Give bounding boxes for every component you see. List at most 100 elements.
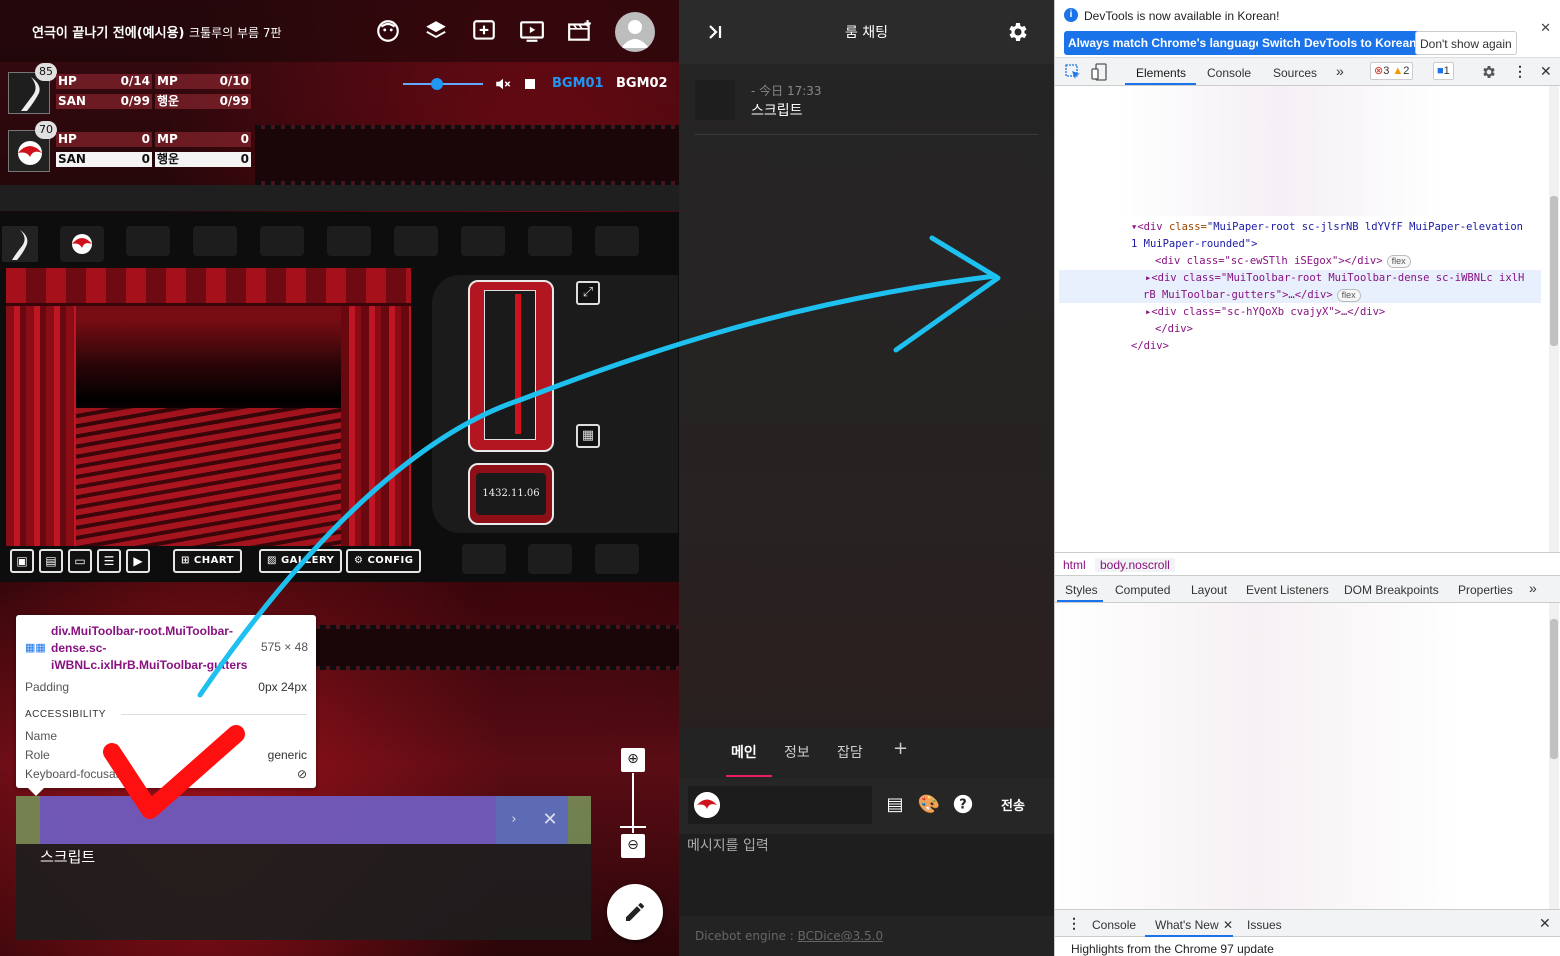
drawer-tab-whats-new[interactable]: What's New <box>1155 918 1219 932</box>
drawer-tab-console[interactable]: Console <box>1092 918 1136 932</box>
character-status-card[interactable]: 70 HP 0 MP 0 SAN 0 행운 0 <box>8 121 253 172</box>
dont-show-again-button[interactable]: Don't show again <box>1415 31 1517 55</box>
character-status-card[interactable]: 85 HP 0/14 MP 0/10 SAN 0/99 행운 0/99 <box>8 63 253 114</box>
inspect-element-icon[interactable] <box>1065 64 1081 80</box>
message-input-area[interactable] <box>679 834 1054 916</box>
add-tab-icon[interactable]: + <box>893 738 908 759</box>
volume-off-icon[interactable] <box>494 75 512 93</box>
save-icon[interactable]: ▣ <box>10 549 34 573</box>
stop-icon[interactable] <box>525 79 535 89</box>
face-icon[interactable] <box>375 18 401 44</box>
tooltip-selector: div.MuiToolbar-root.MuiToolbar-dense.sc-… <box>51 624 248 672</box>
more-tabs-icon[interactable]: » <box>1336 63 1344 79</box>
edit-fab-button[interactable] <box>607 884 663 940</box>
tab-styles[interactable]: Styles <box>1065 583 1098 597</box>
tab-layout[interactable]: Layout <box>1191 583 1227 597</box>
character-token[interactable] <box>60 226 104 262</box>
tab-main[interactable]: 메인 <box>731 742 757 762</box>
zoom-out-icon[interactable]: ⊖ <box>621 834 645 858</box>
dom-node-div3[interactable]: ▸<div class="sc-hYQoXb cvajyX">…</div> <box>1145 306 1385 318</box>
close-drawer-icon[interactable]: ✕ <box>1539 915 1551 932</box>
film-strip-top <box>255 125 679 185</box>
tooltip-keyboard-row: Keyboard-focusable ⊘ <box>25 767 307 781</box>
more-tabs-icon[interactable]: » <box>1529 580 1537 596</box>
room-title: 연극이 끝나기 전에(예시용) 크툴루의 부름 7판 <box>32 22 282 41</box>
palette-icon[interactable]: 🎨 <box>917 793 941 817</box>
drawer-tabs: ⋮ Console What's New ✕ Issues ✕ <box>1055 909 1560 937</box>
chat-bubble-icon[interactable]: ▭ <box>68 549 92 573</box>
tab-computed[interactable]: Computed <box>1115 583 1170 597</box>
tab-sources[interactable]: Sources <box>1273 66 1317 80</box>
list-icon[interactable]: ☰ <box>97 549 121 573</box>
drawer-menu-icon[interactable]: ⋮ <box>1067 915 1081 932</box>
stat-mp: MP 0/10 <box>155 74 251 89</box>
character-token[interactable] <box>2 226 38 262</box>
dom-node-paper[interactable]: ▾<div class="MuiPaper-root sc-jlsrNB ldY… <box>1131 221 1523 233</box>
chat-title: 룸 채팅 <box>844 25 889 41</box>
close-icon[interactable]: ✕ <box>1540 20 1551 36</box>
dom-scrollbar[interactable] <box>1549 86 1559 552</box>
load-icon[interactable]: ▤ <box>39 549 63 573</box>
messages-counter[interactable]: ■1 <box>1433 62 1454 80</box>
styles-scrollbar[interactable] <box>1549 603 1559 909</box>
tab-console[interactable]: Console <box>1207 66 1251 80</box>
close-icon[interactable]: ✕ <box>532 796 568 844</box>
chat-window-text: 스크립트 <box>40 848 96 866</box>
tab-elements[interactable]: Elements <box>1136 66 1186 80</box>
play-screen-icon[interactable] <box>519 18 545 44</box>
message-body: 스크립트 <box>751 103 803 119</box>
volume-slider-handle[interactable] <box>430 78 443 90</box>
close-tab-icon[interactable]: ✕ <box>1223 918 1233 932</box>
always-match-language-button[interactable]: Always match Chrome's language <box>1064 31 1267 55</box>
gallery-button[interactable]: ▨ GALLERY <box>259 549 343 573</box>
more-options-icon[interactable]: ⋮ <box>1513 63 1527 80</box>
tab-chatter[interactable]: 잡담 <box>837 742 863 762</box>
zoom-slider[interactable] <box>632 773 634 833</box>
breadcrumb-html[interactable]: html <box>1063 558 1086 572</box>
zoom-slider-handle[interactable] <box>620 826 646 828</box>
toolbar-content-highlight[interactable] <box>40 796 567 844</box>
stat-hp: HP 0/14 <box>56 74 152 89</box>
bcdice-link[interactable]: BCDice@3.5.0 <box>798 929 884 943</box>
chevron-right-icon[interactable]: › <box>496 796 532 844</box>
whats-new-content: Highlights from the Chrome 97 update <box>1055 937 1560 956</box>
bgm02-button[interactable]: BGM02 <box>616 76 668 91</box>
expand-icon[interactable]: ⤢ <box>576 281 600 305</box>
zoom-in-icon[interactable]: ⊕ <box>621 748 645 772</box>
settings-gear-icon[interactable] <box>1006 20 1030 44</box>
svg-text:?: ? <box>959 798 966 813</box>
chart-button[interactable]: ⊞ CHART <box>173 549 242 573</box>
help-icon[interactable]: ? <box>951 793 975 817</box>
styles-pane <box>1055 603 1560 909</box>
message-timestamp: - 今日 17:33 <box>751 84 822 98</box>
tab-properties[interactable]: Properties <box>1458 583 1513 597</box>
tab-dom-breakpoints[interactable]: DOM Breakpoints <box>1344 583 1439 597</box>
switch-to-korean-button[interactable]: Switch DevTools to Korean <box>1258 31 1421 55</box>
error-icon: ⊗ <box>1374 65 1384 77</box>
drawer-tab-issues[interactable]: Issues <box>1247 918 1282 932</box>
volume-slider-track[interactable] <box>403 83 483 85</box>
add-box-icon[interactable] <box>471 18 497 44</box>
account-avatar[interactable] <box>615 12 655 52</box>
send-button[interactable]: 전송 <box>1001 795 1025 814</box>
tab-event-listeners[interactable]: Event Listeners <box>1246 583 1329 597</box>
issues-counter[interactable]: ⊗3 ▲2 <box>1370 62 1414 80</box>
message-input[interactable] <box>687 834 1047 858</box>
bgm01-button[interactable]: BGM01 <box>552 76 604 91</box>
config-button[interactable]: ⚙ CONFIG <box>346 549 422 573</box>
archive-icon[interactable]: ▦ <box>576 424 600 448</box>
play-icon[interactable]: ▶ <box>126 549 150 573</box>
layers-icon[interactable] <box>423 18 449 44</box>
character-select[interactable] <box>688 786 872 824</box>
tooltip-padding-row: Padding 0px 24px <box>25 680 307 694</box>
chat-message[interactable]: - 今日 17:33 스크립트 <box>695 80 1038 135</box>
dom-node-div1[interactable]: <div class="sc-ewSTlh iSEgox"></div> flex <box>1155 255 1411 268</box>
list-alt-icon[interactable]: ▤ <box>883 793 907 817</box>
dom-node-toolbar[interactable]: ▸<div class="MuiToolbar-root MuiToolbar-… <box>1145 272 1524 284</box>
settings-gear-icon[interactable] <box>1481 64 1497 80</box>
close-devtools-icon[interactable]: ✕ <box>1540 63 1552 80</box>
tab-info[interactable]: 정보 <box>784 742 810 762</box>
movie-add-icon[interactable] <box>567 18 593 44</box>
breadcrumb-body[interactable]: body.noscroll <box>1095 558 1175 572</box>
device-toolbar-icon[interactable] <box>1091 63 1107 81</box>
